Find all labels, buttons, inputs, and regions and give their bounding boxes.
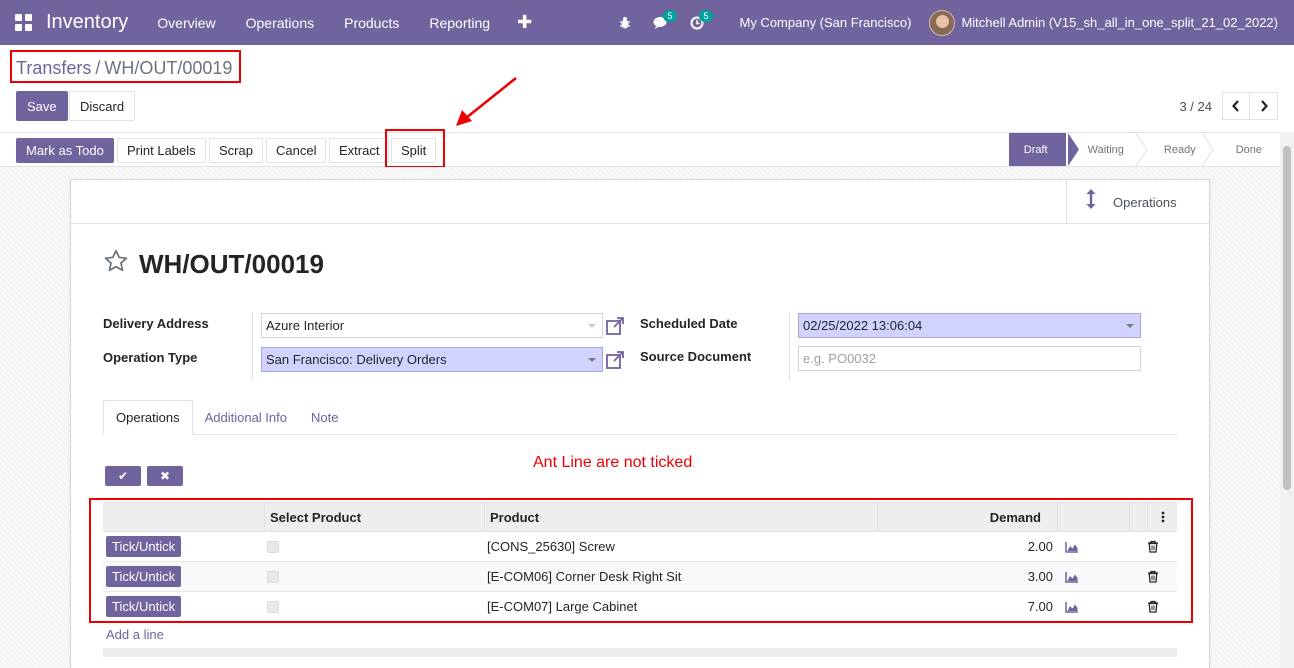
annotation-note: Ant Line are not ticked (533, 454, 693, 471)
pager-value[interactable]: 3 / 24 (1179, 99, 1212, 114)
source-document-field[interactable]: e.g. PO0032 (798, 346, 1141, 371)
save-button[interactable]: Save (16, 91, 68, 121)
external-link-icon[interactable] (605, 316, 625, 336)
app-name[interactable]: Inventory (46, 11, 128, 34)
split-highlight-box (385, 129, 445, 168)
source-document-label: Source Document (640, 349, 752, 364)
operations-stat-button[interactable]: Operations (1066, 180, 1209, 224)
scheduled-date-value: 02/25/2022 13:06:04 (803, 318, 923, 333)
table-highlight-box (89, 498, 1193, 623)
right-group-divider (789, 312, 790, 380)
print-labels-button[interactable]: Print Labels (117, 138, 206, 163)
user-avatar[interactable] (929, 9, 956, 36)
activity-badge: 5 (699, 10, 713, 22)
tab-note[interactable]: Note (299, 400, 350, 435)
mark-as-todo-button[interactable]: Mark as Todo (16, 138, 114, 163)
extract-button[interactable]: Extract (329, 138, 390, 163)
button-box: Operations (71, 180, 1209, 224)
top-navbar: Inventory Overview Operations Products R… (0, 0, 1294, 45)
scrap-button[interactable]: Scrap (209, 138, 263, 163)
close-icon: ✖ (159, 469, 171, 483)
scrollbar-thumb[interactable] (1283, 146, 1291, 490)
tab-additional-info[interactable]: Additional Info (193, 400, 299, 435)
scheduled-date-label: Scheduled Date (640, 316, 738, 331)
check-icon: ✔ (117, 469, 129, 483)
chevron-right-icon[interactable] (1250, 92, 1278, 120)
chevron-down-icon[interactable] (588, 324, 596, 328)
operation-type-field[interactable]: San Francisco: Delivery Orders (261, 347, 603, 372)
plus-icon[interactable]: ✚ (505, 12, 544, 33)
stage-arrows (1068, 133, 1214, 166)
menu-reporting[interactable]: Reporting (414, 15, 505, 31)
apps-menu-icon[interactable] (0, 0, 46, 45)
user-menu[interactable]: Mitchell Admin (V15_sh_all_in_one_split_… (961, 15, 1278, 30)
source-document-placeholder: e.g. PO0032 (803, 351, 876, 366)
record-name: WH/OUT/00019 (139, 249, 324, 279)
left-group-divider (252, 312, 253, 380)
add-line-link[interactable]: Add a line (106, 627, 164, 642)
discard-button[interactable]: Discard (69, 91, 136, 121)
tick-all-button[interactable]: ✔ (105, 466, 141, 486)
company-switcher[interactable]: My Company (San Francisco) (739, 15, 911, 30)
chevron-left-icon[interactable] (1222, 92, 1250, 120)
notebook-tabs: Operations Additional Info Note (103, 400, 1177, 435)
operation-type-label: Operation Type (103, 350, 198, 365)
record-title: WH/OUT/00019 (103, 248, 324, 281)
menu-overview[interactable]: Overview (142, 15, 230, 31)
arrows-vertical-icon (1085, 188, 1097, 216)
activity-clock-icon[interactable]: 5 (679, 0, 715, 45)
delivery-address-field[interactable]: Azure Interior (261, 313, 603, 338)
cancel-button[interactable]: Cancel (266, 138, 327, 163)
menu-products[interactable]: Products (329, 15, 414, 31)
untick-all-button[interactable]: ✖ (147, 466, 183, 486)
bug-icon[interactable] (607, 0, 643, 45)
chevron-down-icon[interactable] (1126, 324, 1134, 328)
breadcrumb-highlight-box (10, 50, 241, 83)
messages-icon[interactable]: 5 (643, 0, 679, 45)
external-link-icon[interactable] (605, 350, 625, 370)
table-footer (103, 648, 1177, 657)
messages-badge: 5 (663, 10, 677, 22)
scheduled-date-field[interactable]: 02/25/2022 13:06:04 (798, 313, 1141, 338)
operation-type-value: San Francisco: Delivery Orders (266, 352, 447, 367)
status-bar: Mark as Todo Print Labels Scrap Cancel E… (0, 132, 1280, 167)
delivery-address-label: Delivery Address (103, 316, 209, 331)
tab-operations[interactable]: Operations (103, 400, 193, 435)
chevron-down-icon[interactable] (588, 358, 596, 362)
menu-operations[interactable]: Operations (231, 15, 329, 31)
vertical-scrollbar[interactable] (1280, 132, 1294, 668)
pager: 3 / 24 (1179, 92, 1278, 120)
annotation-arrow (456, 77, 517, 126)
delivery-address-value: Azure Interior (266, 318, 345, 333)
operations-stat-label: Operations (1113, 194, 1177, 210)
star-icon[interactable] (103, 248, 129, 281)
